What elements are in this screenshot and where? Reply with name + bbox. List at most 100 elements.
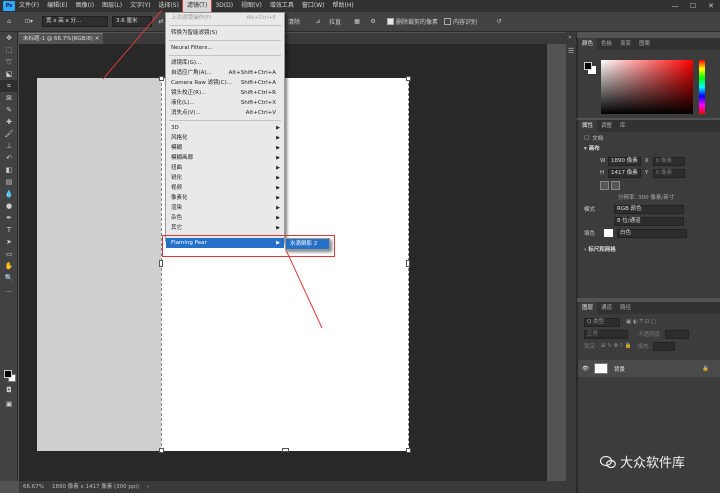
filter-menu-item[interactable]: 视频 ▶: [166, 183, 284, 193]
portrait-icon[interactable]: [600, 180, 609, 190]
zoom-tool-icon[interactable]: 🔍: [0, 272, 18, 284]
checkbox-unchecked-icon[interactable]: [444, 18, 452, 25]
eraser-tool-icon[interactable]: ◧: [0, 164, 18, 176]
brush-tool-icon[interactable]: 🖌: [0, 128, 18, 140]
canvas-section-title[interactable]: ▾ 画布: [578, 144, 720, 155]
tab-gradients[interactable]: 渐变: [616, 38, 635, 50]
ratio-select[interactable]: 宽 x 高 x 分...: [42, 16, 108, 27]
shape-tool-icon[interactable]: ▭: [0, 248, 18, 260]
mode-select[interactable]: RGB 颜色: [614, 204, 684, 214]
healing-tool-icon[interactable]: ✚: [0, 116, 18, 128]
filter-menu-item[interactable]: 3D ▶: [166, 123, 284, 133]
reset-icon[interactable]: ↺: [494, 16, 504, 28]
tab-properties[interactable]: 属性: [578, 120, 598, 132]
crop-handle-top-right[interactable]: [406, 76, 411, 81]
tab-libraries[interactable]: 库: [616, 120, 630, 132]
filter-menu-item[interactable]: 其它 ▶: [166, 223, 284, 233]
menu-8[interactable]: 视图(V): [237, 0, 266, 12]
landscape-icon[interactable]: [611, 180, 620, 190]
close-button[interactable]: ✕: [702, 0, 720, 12]
layer-row-background[interactable]: 👁 背景 🔒: [578, 360, 720, 377]
crop-handle-top-left[interactable]: [159, 76, 164, 81]
straighten-button[interactable]: 拉直: [329, 16, 341, 28]
y-field[interactable]: 0 像素: [652, 168, 685, 178]
settings-gear-icon[interactable]: ⚙: [368, 16, 378, 28]
filter-menu-item[interactable]: 锐化 ▶: [166, 173, 284, 183]
crop-tool-icon[interactable]: ⊡▾: [21, 16, 37, 28]
tab-color[interactable]: 颜色: [578, 38, 598, 50]
menu-0[interactable]: 文件(F): [15, 0, 43, 12]
dodge-tool-icon[interactable]: ●: [0, 200, 18, 212]
zoom-level[interactable]: 66.67%: [23, 481, 44, 493]
menu-7[interactable]: 3D(D): [211, 0, 237, 12]
clear-button[interactable]: 清除: [288, 16, 300, 28]
color-field[interactable]: [601, 60, 693, 114]
width-field[interactable]: 1890 像素: [608, 156, 641, 166]
delete-cropped-toggle[interactable]: 删除裁剪的像素: [387, 16, 438, 28]
move-tool-icon[interactable]: ✥: [0, 32, 18, 44]
visibility-eye-icon[interactable]: 👁: [582, 366, 589, 372]
crop-handle-bottom-left[interactable]: [159, 448, 164, 453]
checkbox-checked-icon[interactable]: [387, 18, 395, 25]
layer-filter-select[interactable]: Q 类型: [584, 317, 620, 327]
status-expand-icon[interactable]: ›: [147, 481, 149, 493]
unit-field[interactable]: 3.6 厘米: [112, 16, 152, 27]
frame-tool-icon[interactable]: ⊠: [0, 92, 18, 104]
filter-menu-item[interactable]: 杂色 ▶: [166, 213, 284, 223]
filter-menu-item[interactable]: 消失点(V)... Alt+Ctrl+V: [166, 108, 284, 118]
filter-menu-item[interactable]: 模糊 ▶: [166, 143, 284, 153]
maximize-button[interactable]: ☐: [684, 0, 702, 12]
document-tab[interactable]: 未标题-1 @ 66.7%(RGB/8) ✕: [19, 33, 103, 44]
history-panel-icon[interactable]: ☰: [566, 43, 576, 59]
menu-5[interactable]: 选择(S): [154, 0, 183, 12]
crop-handle-left[interactable]: [159, 260, 163, 267]
crop-handle-bottom[interactable]: [282, 448, 289, 452]
filter-menu-item[interactable]: 渲染 ▶: [166, 203, 284, 213]
collapse-panels-icon[interactable]: »: [566, 32, 576, 43]
lock-icons[interactable]: ⊞ ✎ ✥ ⌑ 🔒: [601, 343, 632, 349]
menu-2[interactable]: 图像(I): [72, 0, 98, 12]
filter-menu-item[interactable]: 像素化 ▶: [166, 193, 284, 203]
fill-select[interactable]: 白色: [617, 228, 687, 238]
hand-tool-icon[interactable]: ✋: [0, 260, 18, 272]
path-select-tool-icon[interactable]: ➤: [0, 236, 18, 248]
filter-menu-item[interactable]: 液化(L)... Shift+Ctrl+X: [166, 98, 284, 108]
quick-mask-icon[interactable]: ◘: [0, 384, 18, 396]
home-icon[interactable]: ⌂: [3, 16, 15, 28]
crop-handle-bottom-right[interactable]: [406, 448, 411, 453]
menu-3[interactable]: 图层(L): [98, 0, 126, 12]
straighten-icon[interactable]: ⊿: [313, 16, 323, 28]
tab-layers[interactable]: 图层: [578, 302, 598, 314]
tab-adjustments[interactable]: 调整: [597, 120, 616, 132]
filter-menu-item[interactable]: 风格化 ▶: [166, 133, 284, 143]
layer-fill-field[interactable]: [653, 341, 676, 351]
pen-tool-icon[interactable]: ✒: [0, 212, 18, 224]
lasso-tool-icon[interactable]: ➰: [0, 56, 18, 68]
screen-mode-icon[interactable]: ▣: [0, 398, 18, 410]
menu-6[interactable]: 滤镜(T): [181, 0, 213, 13]
menu-11[interactable]: 帮助(H): [329, 0, 358, 12]
tab-swatches[interactable]: 色板: [597, 38, 616, 50]
panel-foreground-swatch[interactable]: [584, 62, 592, 70]
eyedropper-tool-icon[interactable]: ✎: [0, 104, 18, 116]
opacity-field[interactable]: [664, 329, 689, 339]
tab-channels[interactable]: 通道: [597, 302, 616, 314]
overlay-grid-icon[interactable]: ▦: [352, 16, 362, 28]
submenu-water-drop-reflection[interactable]: 水滴倒影 2: [285, 238, 330, 250]
blur-tool-icon[interactable]: 💧: [0, 188, 18, 200]
filter-menu-item[interactable]: 扭曲 ▶: [166, 163, 284, 173]
menu-4[interactable]: 文字(Y): [126, 0, 154, 12]
filter-menu-item[interactable]: 模糊画廊 ▶: [166, 153, 284, 163]
filter-menu-item[interactable]: 转换为智能滤镜(S): [166, 28, 284, 38]
stamp-tool-icon[interactable]: ⊥: [0, 140, 18, 152]
x-field[interactable]: 0 像素: [652, 156, 685, 166]
foreground-color-swatch[interactable]: [4, 370, 12, 378]
close-tab-icon[interactable]: ✕: [95, 36, 100, 42]
more-tools-icon[interactable]: …: [0, 284, 18, 296]
filter-menu-item[interactable]: Flaming Pear ▶: [166, 238, 284, 248]
filter-icons[interactable]: ▣ ◐ T ⊡ ▢: [626, 319, 656, 325]
fill-swatch[interactable]: [604, 229, 613, 237]
menu-9[interactable]: 增效工具: [266, 0, 298, 12]
filter-menu-item[interactable]: 自适应广角(A)... Alt+Shift+Ctrl+A: [166, 68, 284, 78]
object-select-tool-icon[interactable]: ⬕: [0, 68, 18, 80]
